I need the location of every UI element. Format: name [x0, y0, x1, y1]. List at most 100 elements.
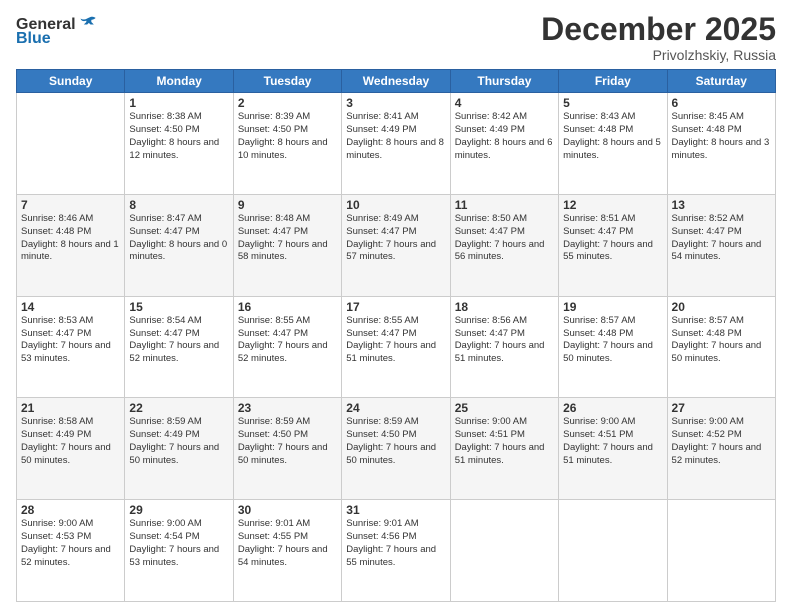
calendar-cell: 9 Sunrise: 8:48 AM Sunset: 4:47 PM Dayli… [233, 194, 341, 296]
day-number: 15 [129, 300, 228, 314]
day-number: 20 [672, 300, 771, 314]
day-info: Sunrise: 8:38 AM Sunset: 4:50 PM Dayligh… [129, 111, 228, 162]
week-row-1: 1 Sunrise: 8:38 AM Sunset: 4:50 PM Dayli… [17, 93, 776, 195]
week-row-3: 14 Sunrise: 8:53 AM Sunset: 4:47 PM Dayl… [17, 296, 776, 398]
day-info: Sunrise: 9:01 AM Sunset: 4:56 PM Dayligh… [346, 518, 445, 569]
day-number: 5 [563, 96, 662, 110]
calendar-cell: 27 Sunrise: 9:00 AM Sunset: 4:52 PM Dayl… [667, 398, 775, 500]
calendar-cell [667, 500, 775, 602]
day-number: 3 [346, 96, 445, 110]
day-number: 17 [346, 300, 445, 314]
day-info: Sunrise: 9:01 AM Sunset: 4:55 PM Dayligh… [238, 518, 337, 569]
day-number: 7 [21, 198, 120, 212]
day-info: Sunrise: 8:39 AM Sunset: 4:50 PM Dayligh… [238, 111, 337, 162]
day-info: Sunrise: 8:53 AM Sunset: 4:47 PM Dayligh… [21, 315, 120, 366]
day-info: Sunrise: 8:52 AM Sunset: 4:47 PM Dayligh… [672, 213, 771, 264]
calendar-cell: 8 Sunrise: 8:47 AM Sunset: 4:47 PM Dayli… [125, 194, 233, 296]
day-info: Sunrise: 9:00 AM Sunset: 4:54 PM Dayligh… [129, 518, 228, 569]
calendar-cell: 28 Sunrise: 9:00 AM Sunset: 4:53 PM Dayl… [17, 500, 125, 602]
day-info: Sunrise: 8:41 AM Sunset: 4:49 PM Dayligh… [346, 111, 445, 162]
day-number: 22 [129, 401, 228, 415]
day-number: 24 [346, 401, 445, 415]
day-number: 23 [238, 401, 337, 415]
day-number: 10 [346, 198, 445, 212]
calendar-cell: 17 Sunrise: 8:55 AM Sunset: 4:47 PM Dayl… [342, 296, 450, 398]
weekday-header-sunday: Sunday [17, 70, 125, 93]
weekday-header-wednesday: Wednesday [342, 70, 450, 93]
logo-blue: Blue [16, 30, 51, 47]
day-info: Sunrise: 8:56 AM Sunset: 4:47 PM Dayligh… [455, 315, 554, 366]
day-number: 18 [455, 300, 554, 314]
day-number: 13 [672, 198, 771, 212]
day-info: Sunrise: 9:00 AM Sunset: 4:52 PM Dayligh… [672, 416, 771, 467]
day-info: Sunrise: 8:47 AM Sunset: 4:47 PM Dayligh… [129, 213, 228, 264]
calendar-cell: 14 Sunrise: 8:53 AM Sunset: 4:47 PM Dayl… [17, 296, 125, 398]
calendar-cell: 31 Sunrise: 9:01 AM Sunset: 4:56 PM Dayl… [342, 500, 450, 602]
day-number: 21 [21, 401, 120, 415]
calendar-cell: 21 Sunrise: 8:58 AM Sunset: 4:49 PM Dayl… [17, 398, 125, 500]
calendar-cell: 25 Sunrise: 9:00 AM Sunset: 4:51 PM Dayl… [450, 398, 558, 500]
calendar-cell: 20 Sunrise: 8:57 AM Sunset: 4:48 PM Dayl… [667, 296, 775, 398]
day-number: 14 [21, 300, 120, 314]
day-number: 4 [455, 96, 554, 110]
day-number: 16 [238, 300, 337, 314]
calendar-cell: 2 Sunrise: 8:39 AM Sunset: 4:50 PM Dayli… [233, 93, 341, 195]
month-title: December 2025 [541, 12, 776, 47]
calendar-cell: 23 Sunrise: 8:59 AM Sunset: 4:50 PM Dayl… [233, 398, 341, 500]
calendar-cell: 22 Sunrise: 8:59 AM Sunset: 4:49 PM Dayl… [125, 398, 233, 500]
calendar-cell: 26 Sunrise: 9:00 AM Sunset: 4:51 PM Dayl… [559, 398, 667, 500]
day-info: Sunrise: 8:55 AM Sunset: 4:47 PM Dayligh… [346, 315, 445, 366]
day-info: Sunrise: 8:57 AM Sunset: 4:48 PM Dayligh… [563, 315, 662, 366]
calendar-table: SundayMondayTuesdayWednesdayThursdayFrid… [16, 69, 776, 602]
calendar-cell: 29 Sunrise: 9:00 AM Sunset: 4:54 PM Dayl… [125, 500, 233, 602]
calendar-cell: 15 Sunrise: 8:54 AM Sunset: 4:47 PM Dayl… [125, 296, 233, 398]
day-info: Sunrise: 8:50 AM Sunset: 4:47 PM Dayligh… [455, 213, 554, 264]
calendar-cell: 30 Sunrise: 9:01 AM Sunset: 4:55 PM Dayl… [233, 500, 341, 602]
day-info: Sunrise: 8:43 AM Sunset: 4:48 PM Dayligh… [563, 111, 662, 162]
calendar-cell: 12 Sunrise: 8:51 AM Sunset: 4:47 PM Dayl… [559, 194, 667, 296]
week-row-4: 21 Sunrise: 8:58 AM Sunset: 4:49 PM Dayl… [17, 398, 776, 500]
calendar-cell: 13 Sunrise: 8:52 AM Sunset: 4:47 PM Dayl… [667, 194, 775, 296]
day-info: Sunrise: 8:46 AM Sunset: 4:48 PM Dayligh… [21, 213, 120, 264]
day-number: 28 [21, 503, 120, 517]
day-info: Sunrise: 8:51 AM Sunset: 4:47 PM Dayligh… [563, 213, 662, 264]
day-info: Sunrise: 8:59 AM Sunset: 4:50 PM Dayligh… [238, 416, 337, 467]
day-info: Sunrise: 8:59 AM Sunset: 4:50 PM Dayligh… [346, 416, 445, 467]
day-number: 9 [238, 198, 337, 212]
day-info: Sunrise: 9:00 AM Sunset: 4:53 PM Dayligh… [21, 518, 120, 569]
logo: General Blue [16, 16, 98, 47]
day-info: Sunrise: 8:42 AM Sunset: 4:49 PM Dayligh… [455, 111, 554, 162]
day-info: Sunrise: 8:58 AM Sunset: 4:49 PM Dayligh… [21, 416, 120, 467]
calendar-cell: 19 Sunrise: 8:57 AM Sunset: 4:48 PM Dayl… [559, 296, 667, 398]
logo-bird-icon [78, 12, 98, 32]
calendar-cell: 11 Sunrise: 8:50 AM Sunset: 4:47 PM Dayl… [450, 194, 558, 296]
day-info: Sunrise: 8:48 AM Sunset: 4:47 PM Dayligh… [238, 213, 337, 264]
weekday-header-friday: Friday [559, 70, 667, 93]
week-row-5: 28 Sunrise: 9:00 AM Sunset: 4:53 PM Dayl… [17, 500, 776, 602]
calendar-cell: 1 Sunrise: 8:38 AM Sunset: 4:50 PM Dayli… [125, 93, 233, 195]
calendar-cell: 4 Sunrise: 8:42 AM Sunset: 4:49 PM Dayli… [450, 93, 558, 195]
day-number: 27 [672, 401, 771, 415]
day-info: Sunrise: 8:45 AM Sunset: 4:48 PM Dayligh… [672, 111, 771, 162]
calendar-cell: 7 Sunrise: 8:46 AM Sunset: 4:48 PM Dayli… [17, 194, 125, 296]
day-number: 1 [129, 96, 228, 110]
day-info: Sunrise: 9:00 AM Sunset: 4:51 PM Dayligh… [455, 416, 554, 467]
calendar-cell: 10 Sunrise: 8:49 AM Sunset: 4:47 PM Dayl… [342, 194, 450, 296]
calendar-cell: 18 Sunrise: 8:56 AM Sunset: 4:47 PM Dayl… [450, 296, 558, 398]
calendar-cell: 6 Sunrise: 8:45 AM Sunset: 4:48 PM Dayli… [667, 93, 775, 195]
page: General Blue December 2025 Privolzhskiy,… [0, 0, 792, 612]
location-subtitle: Privolzhskiy, Russia [541, 47, 776, 63]
header: General Blue December 2025 Privolzhskiy,… [16, 12, 776, 63]
day-number: 30 [238, 503, 337, 517]
calendar-cell: 3 Sunrise: 8:41 AM Sunset: 4:49 PM Dayli… [342, 93, 450, 195]
day-number: 26 [563, 401, 662, 415]
calendar-cell: 24 Sunrise: 8:59 AM Sunset: 4:50 PM Dayl… [342, 398, 450, 500]
day-info: Sunrise: 9:00 AM Sunset: 4:51 PM Dayligh… [563, 416, 662, 467]
day-number: 11 [455, 198, 554, 212]
calendar-cell [450, 500, 558, 602]
title-block: December 2025 Privolzhskiy, Russia [541, 12, 776, 63]
weekday-header-row: SundayMondayTuesdayWednesdayThursdayFrid… [17, 70, 776, 93]
calendar-cell: 5 Sunrise: 8:43 AM Sunset: 4:48 PM Dayli… [559, 93, 667, 195]
day-info: Sunrise: 8:49 AM Sunset: 4:47 PM Dayligh… [346, 213, 445, 264]
day-number: 12 [563, 198, 662, 212]
